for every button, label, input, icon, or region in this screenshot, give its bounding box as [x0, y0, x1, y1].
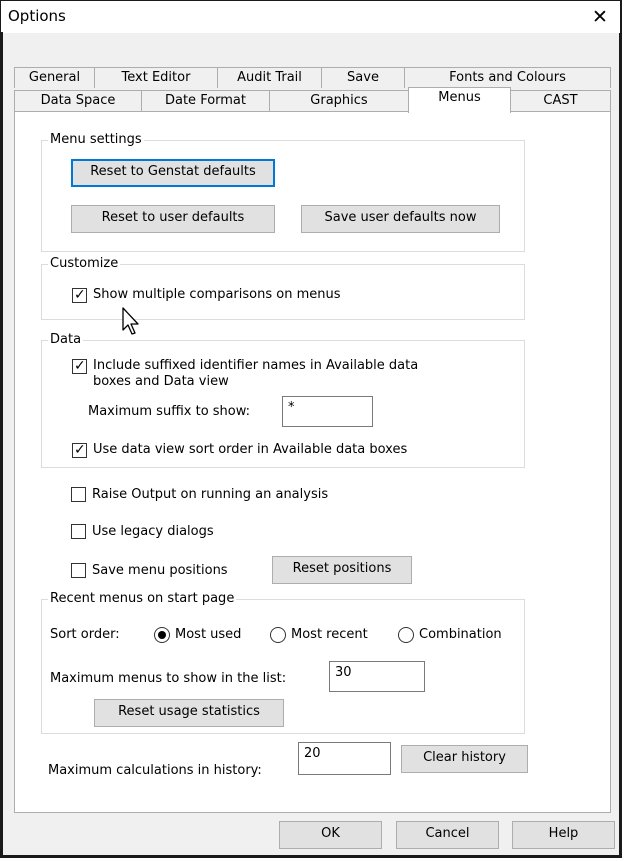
- radio-most-used[interactable]: [154, 627, 170, 643]
- ok-button[interactable]: OK: [279, 821, 382, 849]
- recent-menus-group: Recent menus on start page Sort order: M…: [41, 591, 525, 734]
- tab-save[interactable]: Save: [321, 67, 405, 88]
- customize-group: Customize ✓ Show multiple comparisons on…: [41, 256, 525, 320]
- close-icon[interactable]: ✕: [582, 1, 618, 33]
- title-bar: Options ✕: [1, 1, 620, 33]
- include-suffixed-label-line2: boxes and Data view: [93, 374, 229, 389]
- cancel-button[interactable]: Cancel: [396, 821, 499, 849]
- max-suffix-input[interactable]: *: [282, 396, 373, 427]
- max-calculations-input[interactable]: 20: [298, 742, 391, 775]
- menus-tab-panel: Menu settings Reset to Genstat defaults …: [14, 111, 611, 813]
- radio-most-recent[interactable]: [270, 627, 286, 643]
- check-icon: ✓: [74, 442, 86, 458]
- save-user-defaults-button[interactable]: Save user defaults now: [301, 205, 500, 233]
- mouse-pointer-icon: [122, 307, 139, 335]
- legacy-dialogs-checkbox[interactable]: [71, 524, 86, 539]
- raise-output-label: Raise Output on running an analysis: [92, 487, 329, 502]
- tab-date-format[interactable]: Date Format: [141, 90, 270, 111]
- recent-menus-label: Recent menus on start page: [48, 591, 237, 607]
- clear-history-button[interactable]: Clear history: [401, 745, 528, 773]
- tab-fonts-colours[interactable]: Fonts and Colours: [404, 67, 611, 88]
- radio-selected-dot: [158, 631, 166, 639]
- max-calculations-label: Maximum calculations in history:: [48, 763, 262, 778]
- data-label: Data: [48, 332, 84, 348]
- radio-most-used-label: Most used: [175, 627, 242, 642]
- save-menu-positions-checkbox[interactable]: [71, 563, 86, 578]
- sort-order-label: Sort order:: [50, 627, 120, 642]
- tab-menus[interactable]: Menus: [408, 87, 511, 113]
- reset-positions-button[interactable]: Reset positions: [272, 556, 412, 584]
- include-suffixed-checkbox[interactable]: ✓: [72, 358, 87, 374]
- tab-data-space[interactable]: Data Space: [14, 90, 142, 111]
- raise-output-checkbox[interactable]: [71, 487, 86, 502]
- customize-label: Customize: [48, 256, 121, 272]
- data-group: Data ✓ Include suffixed identifier names…: [41, 332, 525, 468]
- include-suffixed-label-line1: Include suffixed identifier names in Ava…: [93, 358, 419, 373]
- max-suffix-label: Maximum suffix to show:: [88, 404, 251, 419]
- show-multiple-comparisons-checkbox[interactable]: ✓: [72, 287, 87, 303]
- radio-combination[interactable]: [398, 627, 414, 643]
- window-border: [0, 32, 3, 858]
- radio-combination-label: Combination: [419, 627, 502, 642]
- use-sort-order-label: Use data view sort order in Available da…: [93, 442, 408, 457]
- tab-general[interactable]: General: [14, 67, 95, 88]
- tab-audit-trail[interactable]: Audit Trail: [217, 67, 322, 88]
- help-button[interactable]: Help: [512, 821, 615, 849]
- menu-settings-group: Menu settings Reset to Genstat defaults …: [41, 132, 525, 252]
- check-icon: ✓: [74, 358, 86, 374]
- max-menus-label: Maximum menus to show in the list:: [50, 671, 287, 686]
- use-sort-order-checkbox[interactable]: ✓: [72, 442, 87, 458]
- legacy-dialogs-label: Use legacy dialogs: [92, 524, 214, 539]
- window-title: Options: [8, 7, 66, 25]
- tab-graphics[interactable]: Graphics: [269, 90, 409, 111]
- save-menu-positions-label: Save menu positions: [92, 563, 228, 578]
- menu-settings-label: Menu settings: [48, 132, 144, 148]
- check-icon: ✓: [74, 287, 86, 303]
- reset-usage-statistics-button[interactable]: Reset usage statistics: [94, 699, 284, 727]
- show-multiple-comparisons-label: Show multiple comparisons on menus: [93, 287, 341, 302]
- reset-user-defaults-button[interactable]: Reset to user defaults: [71, 205, 275, 233]
- radio-most-recent-label: Most recent: [291, 627, 368, 642]
- max-menus-input[interactable]: 30: [329, 661, 425, 692]
- tab-cast[interactable]: CAST: [510, 90, 611, 111]
- tab-text-editor[interactable]: Text Editor: [94, 67, 218, 88]
- reset-genstat-defaults-button[interactable]: Reset to Genstat defaults: [71, 159, 275, 187]
